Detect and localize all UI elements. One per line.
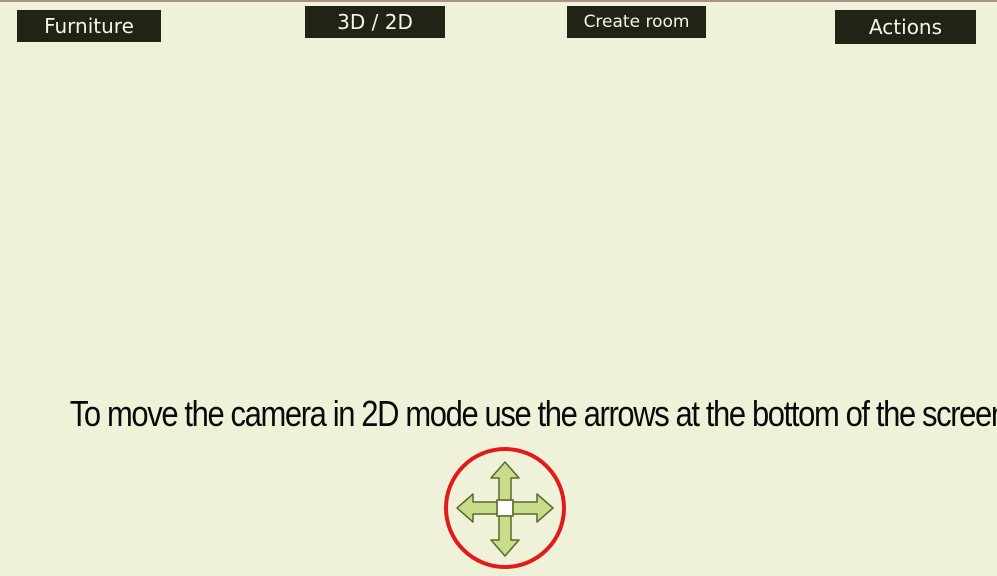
arrow-right-icon[interactable]	[512, 493, 554, 523]
camera-instruction-text: To move the camera in 2D mode use the ar…	[69, 393, 997, 434]
four-way-arrows-icon[interactable]	[443, 444, 571, 572]
arrow-up-icon[interactable]	[490, 461, 520, 501]
window-top-border	[0, 0, 997, 2]
camera-move-control[interactable]	[443, 444, 571, 572]
actions-menu-button[interactable]: Actions	[835, 10, 976, 44]
view-toggle-button[interactable]: 3D / 2D	[305, 6, 445, 38]
center-square	[496, 499, 514, 517]
arrow-down-icon[interactable]	[490, 515, 520, 557]
create-room-button[interactable]: Create room	[567, 6, 706, 38]
arrow-left-icon[interactable]	[456, 493, 498, 523]
furniture-menu-button[interactable]: Furniture	[17, 10, 161, 42]
